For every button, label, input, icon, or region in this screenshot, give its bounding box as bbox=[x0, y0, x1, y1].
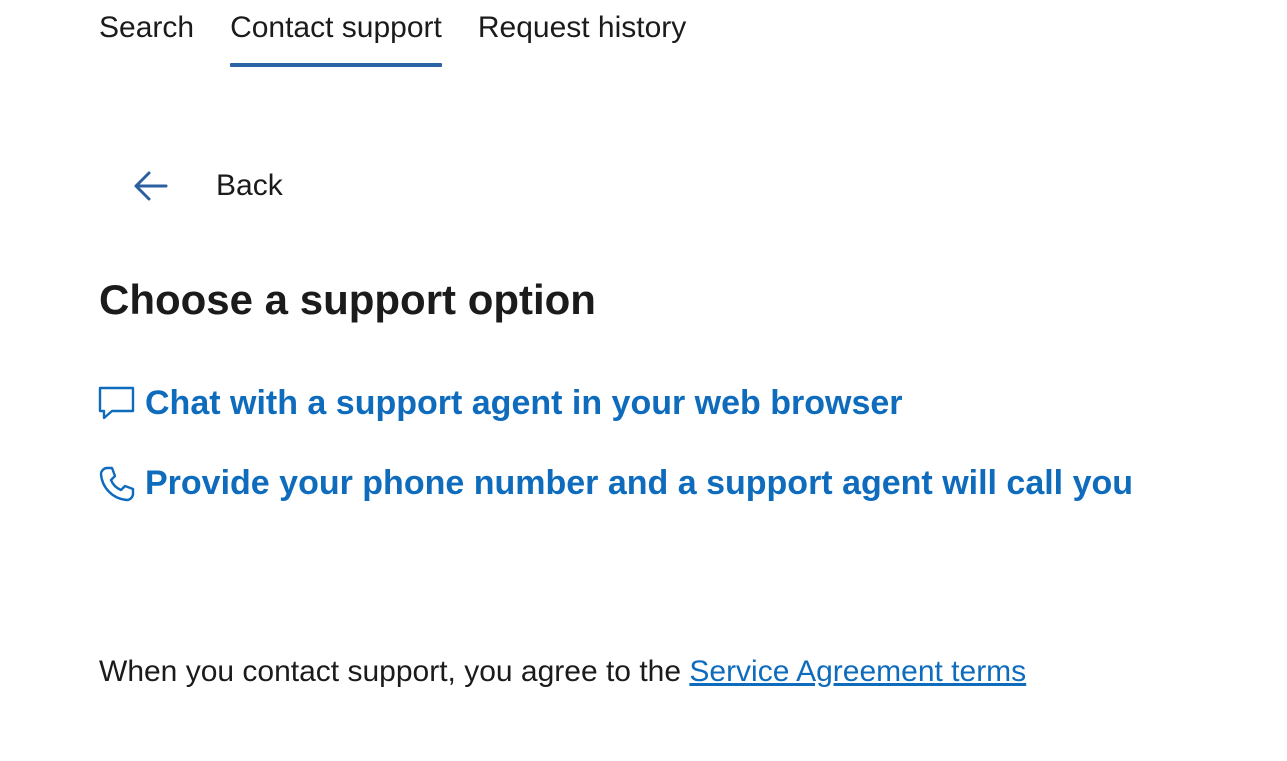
contact-support-page: Search Contact support Request history B… bbox=[0, 0, 1287, 761]
chat-option-link[interactable]: Chat with a support agent in your web br… bbox=[98, 384, 903, 423]
tab-contact-support[interactable]: Contact support bbox=[230, 0, 442, 67]
phone-option-label: Provide your phone number and a support … bbox=[145, 464, 1134, 502]
page-title: Choose a support option bbox=[99, 276, 596, 323]
service-agreement-notice: When you contact support, you agree to t… bbox=[99, 655, 1026, 689]
back-label: Back bbox=[216, 169, 283, 202]
back-button[interactable]: Back bbox=[130, 166, 283, 206]
agreement-text: When you contact support, you agree to t… bbox=[99, 655, 690, 688]
arrow-left-icon bbox=[130, 166, 170, 206]
service-agreement-link[interactable]: Service Agreement terms bbox=[689, 655, 1026, 688]
tab-request-history[interactable]: Request history bbox=[478, 0, 686, 67]
phone-icon bbox=[98, 465, 136, 503]
tab-bar: Search Contact support Request history bbox=[99, 0, 686, 70]
phone-option-link[interactable]: Provide your phone number and a support … bbox=[98, 464, 1133, 503]
tab-search[interactable]: Search bbox=[99, 0, 194, 67]
chat-icon bbox=[98, 385, 136, 423]
chat-option-label: Chat with a support agent in your web br… bbox=[145, 384, 903, 422]
